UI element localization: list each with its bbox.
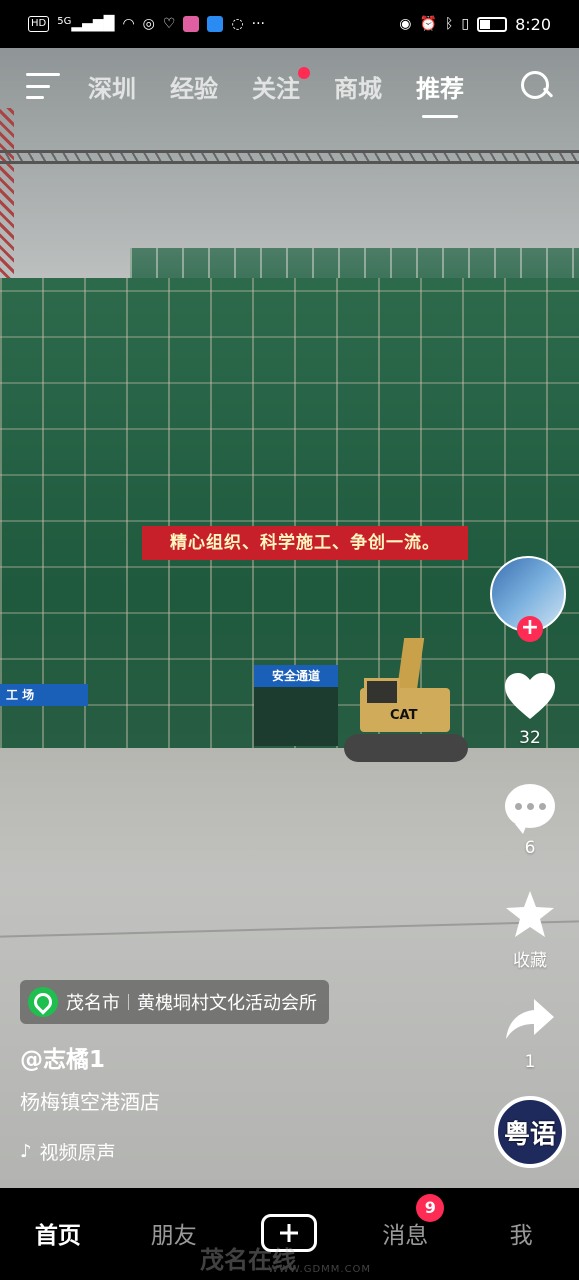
author-name[interactable]: @志橘1 <box>20 1040 105 1074</box>
tab-messages[interactable]: 消息 9 <box>360 1194 450 1250</box>
tab-recommended[interactable]: 推荐 <box>416 69 464 104</box>
eye-icon: ◉ <box>399 16 412 32</box>
tab-experience[interactable]: 经验 <box>170 69 218 104</box>
favorite-button[interactable]: 收藏 <box>488 888 572 971</box>
top-nav: 深圳 经验 关注 商城 推荐 <box>0 48 579 124</box>
status-left: HD 5G▂▄▆█ ◠ ◎ ♡ ◌ ··· <box>28 16 265 32</box>
tab-label: 商城 <box>334 74 382 103</box>
hd-icon: HD <box>28 16 50 32</box>
author-avatar[interactable]: + <box>490 556 568 642</box>
tab-messages-label: 消息 <box>382 1223 429 1249</box>
video-description[interactable]: 杨梅镇空港酒店 <box>20 1086 160 1115</box>
location-tag[interactable]: 茂名市 黄槐垌村文化活动会所 <box>20 980 329 1024</box>
favorite-label: 收藏 <box>513 951 547 971</box>
alarm-icon: ⏰ <box>419 16 437 32</box>
status-bar: HD 5G▂▄▆█ ◠ ◎ ♡ ◌ ··· ◉ ⏰ ᛒ ▯ 8:20 <box>0 0 579 48</box>
tab-me[interactable]: 我 <box>476 1216 566 1250</box>
signal-label: 5G <box>57 16 72 27</box>
wifi-icon: ◠ <box>122 16 135 32</box>
excavator-brand: CAT <box>390 708 418 723</box>
sound-link[interactable]: ♪ 视频原声 <box>20 1138 116 1165</box>
location-place: 黄槐垌村文化活动会所 <box>137 993 317 1014</box>
share-button[interactable]: 1 <box>488 994 572 1072</box>
tab-shenzhen[interactable]: 深圳 <box>88 69 136 104</box>
bluetooth-icon: ᛒ <box>444 16 454 32</box>
bottom-tab-bar: 首页 朋友 消息 9 我 <box>0 1188 579 1280</box>
tab-label: 推荐 <box>416 74 464 103</box>
chat-icon: ◌ <box>231 16 244 32</box>
heart-icon <box>488 670 572 722</box>
app-icon <box>207 16 224 32</box>
clock: 8:20 <box>515 14 551 34</box>
location-city: 茂名市 <box>66 993 120 1014</box>
messages-badge: 9 <box>416 1194 445 1222</box>
tab-mall[interactable]: 商城 <box>334 69 382 104</box>
entrance-sign: 安全通道 <box>254 665 338 687</box>
vibrate-icon: ▯ <box>461 16 470 32</box>
share-count: 1 <box>524 1052 536 1072</box>
divider <box>128 994 129 1010</box>
tab-following[interactable]: 关注 <box>252 66 310 104</box>
music-disc-text: 粤语 <box>503 1119 556 1150</box>
heart-app-icon: ♡ <box>162 16 176 32</box>
menu-icon[interactable] <box>26 73 60 99</box>
signal-icon: 5G▂▄▆█ <box>57 16 115 32</box>
battery-icon <box>477 16 508 32</box>
app-icon <box>183 16 200 32</box>
comment-icon <box>488 780 572 834</box>
tab-label: 深圳 <box>88 74 136 103</box>
jdm-icon: ◎ <box>142 16 155 32</box>
construction-banner: 精心组织、科学施工、争创一流。 <box>142 526 468 560</box>
excavator: CAT <box>344 638 468 768</box>
notification-dot <box>298 66 310 79</box>
tab-label: 经验 <box>170 74 218 103</box>
search-icon[interactable] <box>519 69 553 103</box>
status-right: ◉ ⏰ ᛒ ▯ 8:20 <box>399 15 551 34</box>
star-icon <box>488 888 572 940</box>
comment-count: 6 <box>524 838 536 858</box>
share-arrow-icon <box>488 994 572 1046</box>
create-button[interactable] <box>261 1214 318 1252</box>
music-note-icon: ♪ <box>20 1141 32 1162</box>
more-icon: ··· <box>251 16 266 32</box>
tab-label: 关注 <box>252 74 300 103</box>
tab-friends[interactable]: 朋友 <box>129 1216 219 1250</box>
comment-button[interactable]: 6 <box>488 780 572 858</box>
excavator-track <box>344 734 468 762</box>
feed-tabs: 深圳 经验 关注 商城 推荐 <box>88 66 519 104</box>
site-sign: 工 场 <box>0 684 88 706</box>
music-disc[interactable]: 粤语 <box>494 1096 566 1168</box>
crane-jib <box>0 150 579 164</box>
follow-button[interactable]: + <box>517 616 543 642</box>
sound-label: 视频原声 <box>39 1142 116 1164</box>
excavator-cab <box>364 678 400 706</box>
like-button[interactable]: 32 <box>488 670 572 748</box>
like-count: 32 <box>519 728 541 748</box>
tab-home[interactable]: 首页 <box>13 1216 103 1250</box>
location-pin-icon <box>28 987 58 1017</box>
